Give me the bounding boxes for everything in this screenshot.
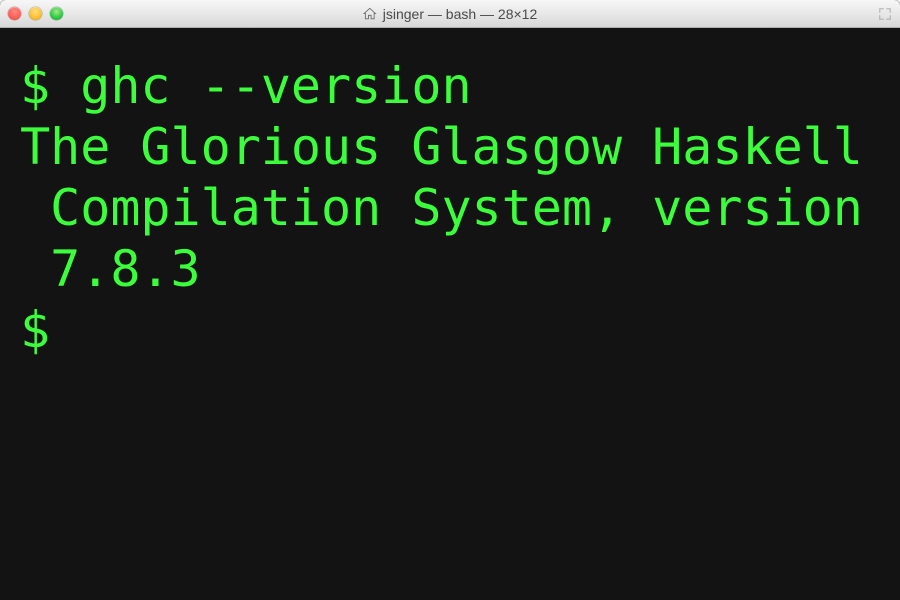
maximize-button[interactable] <box>50 7 63 20</box>
prompt-symbol: $ <box>20 57 80 115</box>
prompt-symbol: $ <box>20 301 80 359</box>
expand-icon[interactable] <box>878 7 892 21</box>
titlebar[interactable]: jsinger — bash — 28×12 <box>0 0 900 28</box>
output-text: The Glorious Glasgow Haskell <box>20 118 863 176</box>
home-icon <box>363 7 377 21</box>
output-line: Compilation System, version <box>20 178 880 239</box>
window-title-text: jsinger — bash — 28×12 <box>383 6 537 22</box>
terminal-body[interactable]: $ ghc --versionThe Glorious Glasgow Hask… <box>0 28 900 600</box>
prompt-line: $ <box>20 300 880 361</box>
minimize-button[interactable] <box>29 7 42 20</box>
output-text: 7.8.3 <box>20 240 201 298</box>
traffic-lights <box>8 7 63 20</box>
output-line: 7.8.3 <box>20 239 880 300</box>
close-button[interactable] <box>8 7 21 20</box>
output-line: The Glorious Glasgow Haskell <box>20 117 880 178</box>
prompt-line: $ ghc --version <box>20 56 880 117</box>
terminal-window: jsinger — bash — 28×12 $ ghc --versionTh… <box>0 0 900 600</box>
window-title: jsinger — bash — 28×12 <box>363 6 537 22</box>
output-text: Compilation System, version <box>20 179 863 237</box>
command-text: ghc --version <box>80 57 471 115</box>
